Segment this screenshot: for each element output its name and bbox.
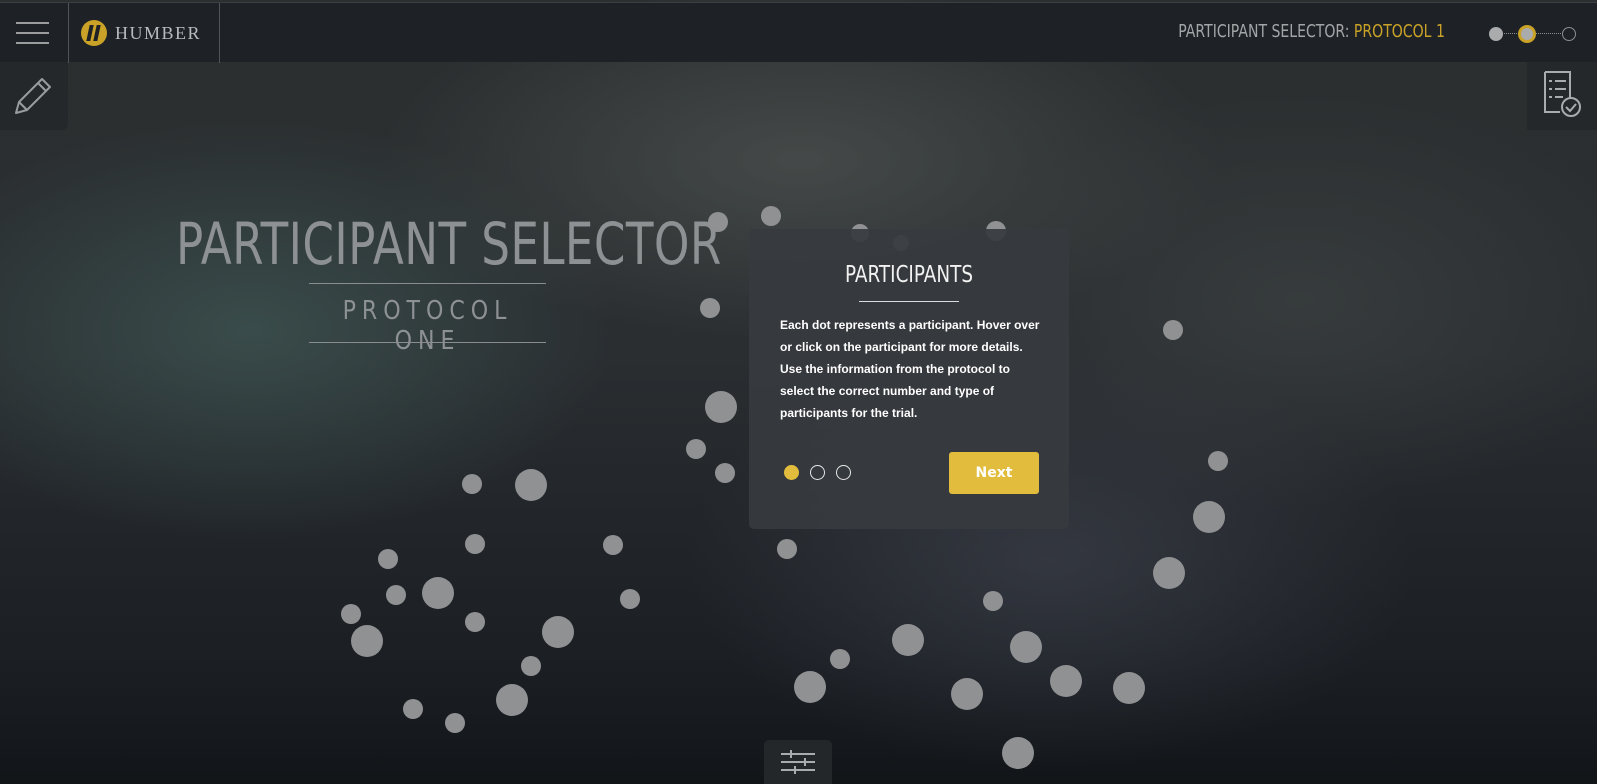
hamburger-menu-icon-bar (16, 32, 49, 34)
header-title-accent: PROTOCOL 1 (1354, 21, 1445, 42)
participant-dot[interactable] (465, 612, 485, 632)
participant-dot[interactable] (341, 604, 361, 624)
title-divider (309, 283, 546, 284)
card-title: PARTICIPANTS (844, 262, 974, 288)
participant-dot[interactable] (1010, 631, 1042, 663)
checklist-button[interactable] (1527, 62, 1597, 130)
participant-dot[interactable] (542, 616, 574, 648)
progress-line (1533, 33, 1563, 34)
subtitle-divider (309, 342, 546, 343)
participant-dot[interactable] (983, 591, 1003, 611)
header-title-prefix: PARTICIPANT SELECTOR: (1178, 21, 1355, 42)
checklist-icon (1544, 71, 1581, 117)
page-subtitle: PROTOCOL ONE (342, 296, 513, 356)
humber-logo-icon (81, 20, 107, 46)
participant-dot[interactable] (1153, 557, 1185, 589)
participant-dot[interactable] (1163, 320, 1183, 340)
participant-dot[interactable] (386, 585, 406, 605)
top-bar: HUMBER PARTICIPANT SELECTOR: PROTOCOL 1 (0, 2, 1597, 63)
filter-button[interactable] (764, 740, 832, 784)
participant-dot[interactable] (620, 589, 640, 609)
progress-step-2[interactable] (1518, 25, 1536, 43)
participant-dot[interactable] (462, 474, 482, 494)
participants-info-card: PARTICIPANTS Each dot represents a parti… (749, 229, 1069, 529)
menu-button[interactable] (0, 3, 66, 63)
participant-dot[interactable] (686, 439, 706, 459)
participant-dot[interactable] (465, 534, 485, 554)
hamburger-menu-icon (16, 22, 49, 24)
participant-dot[interactable] (830, 649, 850, 669)
logo-text: HUMBER (115, 22, 202, 43)
card-divider (859, 301, 959, 302)
header-title: PARTICIPANT SELECTOR: PROTOCOL 1 (1178, 21, 1445, 42)
participant-dot[interactable] (708, 212, 728, 232)
progress-step-1[interactable] (1489, 27, 1503, 41)
card-body: Each dot represents a participant. Hover… (780, 318, 1040, 420)
hamburger-menu-icon-bar (16, 42, 49, 44)
participant-dot[interactable] (351, 625, 383, 657)
participant-dot[interactable] (496, 684, 528, 716)
progress-step-3[interactable] (1562, 27, 1576, 41)
participant-dot[interactable] (422, 577, 454, 609)
participant-dot[interactable] (1113, 672, 1145, 704)
pencil-icon (15, 78, 51, 114)
participant-dot[interactable] (892, 624, 924, 656)
progress-stepper (1489, 25, 1579, 43)
page-title: PARTICIPANT SELECTOR (176, 210, 722, 278)
participant-dot[interactable] (603, 535, 623, 555)
participant-dot[interactable] (715, 463, 735, 483)
participant-dot[interactable] (403, 699, 423, 719)
participant-dot[interactable] (1002, 737, 1034, 769)
pager-dot-1[interactable] (784, 465, 799, 480)
participant-dot[interactable] (761, 206, 781, 226)
participant-dot[interactable] (700, 298, 720, 318)
sliders-icon (781, 750, 815, 774)
participant-dot[interactable] (515, 469, 547, 501)
next-button[interactable]: Next (949, 452, 1039, 494)
participant-dot[interactable] (1050, 665, 1082, 697)
pager-dot-3[interactable] (836, 465, 851, 480)
humber-logo[interactable]: HUMBER (68, 3, 220, 63)
participant-dot[interactable] (794, 671, 826, 703)
participant-dot[interactable] (445, 713, 465, 733)
participant-dot[interactable] (1193, 501, 1225, 533)
participant-dot[interactable] (378, 549, 398, 569)
participant-dot[interactable] (777, 539, 797, 559)
participant-dot[interactable] (951, 678, 983, 710)
notes-button[interactable] (0, 62, 68, 130)
participant-dot[interactable] (521, 656, 541, 676)
pager-dot-2[interactable] (810, 465, 825, 480)
participant-dot[interactable] (1208, 451, 1228, 471)
participant-dot[interactable] (705, 391, 737, 423)
